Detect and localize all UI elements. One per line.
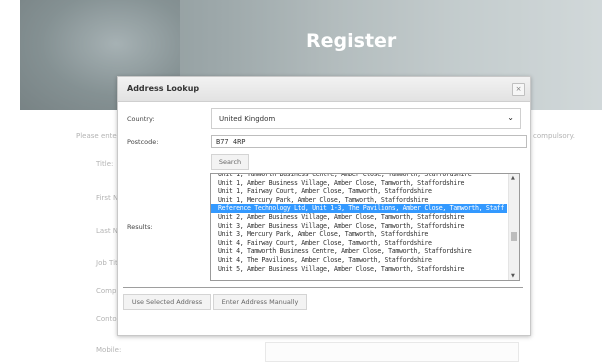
search-button[interactable]: Search (211, 154, 249, 170)
dialog-divider (123, 287, 523, 288)
close-icon[interactable]: × (512, 83, 525, 96)
list-item[interactable]: Unit 1, Mercury Park, Amber Close, Tamwo… (211, 196, 507, 205)
postcode-value: B77 4RP (216, 138, 246, 146)
country-value: United Kingdom (219, 115, 276, 123)
country-select[interactable]: United Kingdom ⌄ (211, 108, 521, 129)
dialog-title: Address Lookup (127, 84, 200, 93)
list-item[interactable]: Unit 4, The Pavilions, Amber Close, Tamw… (211, 256, 507, 265)
postcode-input[interactable]: B77 4RP (211, 135, 527, 148)
results-label: Results: (127, 223, 153, 231)
scroll-thumb[interactable] (511, 232, 517, 241)
list-item[interactable]: Unit 1, Tamworth Business Centre, Amber … (211, 174, 507, 179)
enter-address-manually-button[interactable]: Enter Address Manually (213, 294, 307, 310)
list-item[interactable]: Unit 3, Mercury Park, Amber Close, Tamwo… (211, 230, 507, 239)
list-item[interactable]: Unit 4, Fairway Court, Amber Close, Tamw… (211, 239, 507, 248)
list-item[interactable]: Reference Technology Ltd, Unit 1-3, The … (211, 204, 507, 213)
results-scrollbar[interactable]: ▲ ▼ (508, 174, 519, 280)
list-item[interactable]: Unit 4, Tamworth Business Centre, Amber … (211, 247, 507, 256)
list-item[interactable]: Unit 5, Amber Business Village, Amber Cl… (211, 265, 507, 274)
list-item[interactable]: Unit 2, Amber Business Village, Amber Cl… (211, 213, 507, 222)
list-item[interactable]: Unit 3, Amber Business Village, Amber Cl… (211, 222, 507, 231)
list-item[interactable]: Unit 1, Amber Business Village, Amber Cl… (211, 179, 507, 188)
scroll-down-icon[interactable]: ▼ (511, 273, 515, 279)
address-lookup-dialog: Address Lookup × Country: United Kingdom… (117, 76, 531, 336)
country-label: Country: (127, 115, 155, 123)
use-selected-address-button[interactable]: Use Selected Address (123, 294, 211, 310)
dialog-header: Address Lookup × (118, 77, 530, 102)
chevron-down-icon: ⌄ (507, 113, 514, 122)
scroll-up-icon[interactable]: ▲ (511, 175, 515, 181)
results-listbox[interactable]: Unit 1, Tamworth Business Centre, Amber … (210, 173, 520, 281)
postcode-label: Postcode: (127, 138, 159, 146)
results-list: Unit 1, Tamworth Business Centre, Amber … (211, 174, 507, 274)
list-item[interactable]: Unit 1, Fairway Court, Amber Close, Tamw… (211, 187, 507, 196)
